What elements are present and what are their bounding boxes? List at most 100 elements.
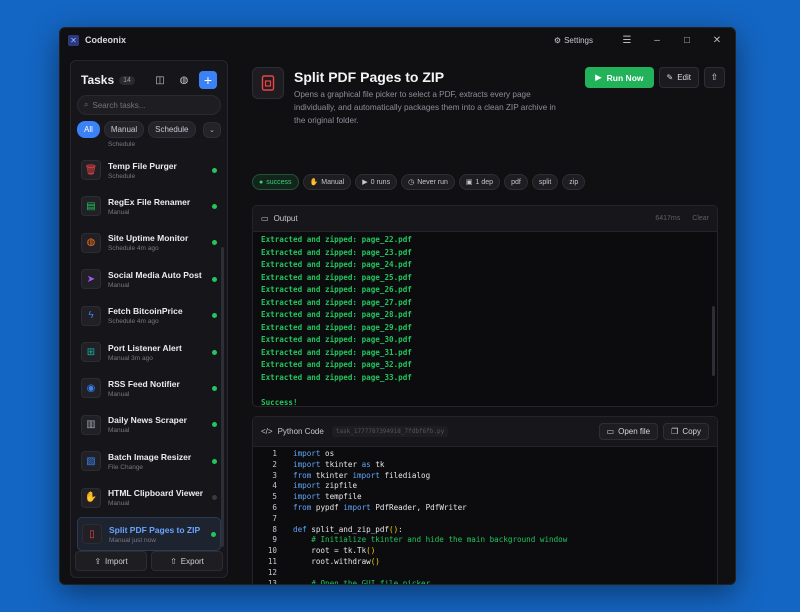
filter-manual[interactable]: Manual xyxy=(103,121,145,138)
task-name: Fetch BitcoinPrice xyxy=(108,306,183,317)
hand-icon: ✋ xyxy=(309,179,319,186)
play-icon: ▶ xyxy=(362,179,368,186)
task-meta: Manual 3m ago xyxy=(108,354,153,362)
task-item[interactable]: ⊞ Port Listener Alert Manual 3m ago xyxy=(77,335,221,369)
task-item[interactable]: ✋ HTML Clipboard Viewer Manual xyxy=(77,481,221,515)
export-button[interactable]: ⇧ Export xyxy=(151,551,223,571)
maximize-icon[interactable]: □ xyxy=(677,35,697,46)
task-text: Temp File Purger Schedule xyxy=(108,161,212,180)
code-title: Python Code xyxy=(277,427,324,436)
code-line: 11 root.withdraw() xyxy=(253,557,717,568)
filter-chips: All Manual Schedule ⌄ xyxy=(77,121,221,138)
search-input[interactable] xyxy=(92,100,213,110)
minimize-icon[interactable]: – xyxy=(647,35,667,46)
code-text: # Initialize tkinter and hide the main b… xyxy=(311,535,568,545)
task-item[interactable]: ▥ Daily News Scraper Manual xyxy=(77,408,221,442)
close-icon[interactable]: ✕ xyxy=(707,35,727,46)
task-item[interactable]: ▤ RegEx File Renamer Manual xyxy=(77,189,221,223)
task-item[interactable]: ▨ Batch Image Resizer File Change xyxy=(77,444,221,478)
task-meta: Schedule 4m ago xyxy=(108,245,159,253)
import-label: Import xyxy=(105,556,128,566)
bolt-icon: ϟ xyxy=(81,305,101,326)
open-file-button[interactable]: ▭ Open file xyxy=(598,423,659,440)
task-meta: Manual xyxy=(108,281,130,289)
task-name: RegEx File Renamer xyxy=(108,196,191,207)
book-icon: ▥ xyxy=(81,414,101,435)
code-line: 4 import zipfile xyxy=(253,481,717,492)
sidebar-title: Tasks xyxy=(81,73,115,87)
filter-schedule[interactable]: Schedule xyxy=(148,121,196,138)
code-line: 7 xyxy=(253,514,717,525)
search-icon: ⌕ xyxy=(84,100,89,109)
import-icon: ⇪ xyxy=(94,556,102,566)
code-text: from pypdf import PdfReader, PdfWriter xyxy=(293,502,467,512)
edit-label: Edit xyxy=(677,73,691,82)
task-name: Social Media Auto Post xyxy=(108,269,202,280)
task-meta: Manual xyxy=(108,208,130,216)
output-line: Success! xyxy=(261,397,298,407)
pencil-icon: ✎ xyxy=(666,73,674,82)
edit-button[interactable]: ✎ Edit xyxy=(658,67,699,88)
search-box[interactable]: ⌕ xyxy=(77,95,221,115)
code-line: 1 import os xyxy=(253,449,717,460)
menu-icon[interactable]: ☰ xyxy=(617,35,637,46)
task-meta: Manual xyxy=(108,390,130,398)
code-text: from tkinter import filedialog xyxy=(293,470,431,480)
output-header: ▭ Output 6417ms Clear xyxy=(253,206,717,232)
output-scrollbar[interactable] xyxy=(712,306,715,376)
task-item[interactable]: ➤ Social Media Auto Post Manual xyxy=(77,262,221,296)
partial-task-meta: Schedule xyxy=(108,141,136,148)
import-button[interactable]: ⇪ Import xyxy=(75,551,147,571)
line-number: 9 xyxy=(272,535,277,545)
pdf-icon xyxy=(252,67,284,99)
sidebar-scrollbar[interactable] xyxy=(221,247,224,547)
task-text: Fetch BitcoinPrice Schedule 4m ago xyxy=(108,306,212,325)
output-line: Extracted and zipped: page_29.pdf xyxy=(261,322,412,332)
output-line: Extracted and zipped: page_27.pdf xyxy=(261,297,412,307)
open-file-label: Open file xyxy=(618,427,651,436)
status-dot xyxy=(211,531,216,537)
task-item[interactable]: ▯ Split PDF Pages to ZIP Manual just now xyxy=(77,517,221,551)
export-icon: ⇧ xyxy=(170,556,177,566)
run-duration: 6417ms xyxy=(655,215,681,222)
add-task-button[interactable]: + xyxy=(199,71,217,89)
task-name: Temp File Purger xyxy=(108,160,177,171)
deps-tag: ▣ 1 dep xyxy=(458,174,501,190)
task-meta: Manual xyxy=(108,500,130,508)
task-item[interactable]: 🗑 Temp File Purger Schedule xyxy=(77,153,221,187)
clock-icon: ◷ xyxy=(408,179,415,186)
network-icon: ⊞ xyxy=(81,342,101,362)
status-dot xyxy=(212,276,217,282)
output-line: Extracted and zipped: page_31.pdf xyxy=(261,347,412,357)
output-line: Extracted and zipped: page_28.pdf xyxy=(261,310,412,319)
filter-all[interactable]: All xyxy=(77,121,100,138)
output-line: Extracted and zipped: page_33.pdf xyxy=(261,372,412,382)
task-text: Batch Image Resizer File Change xyxy=(108,452,212,471)
task-name: Batch Image Resizer xyxy=(108,451,192,462)
code-text: import os xyxy=(293,449,335,458)
line-number: 4 xyxy=(272,481,277,491)
code-text: # Open the GUI file picker xyxy=(311,578,431,585)
code-editor[interactable]: 1 import os 2 import tkinter as tk 3 from tki… xyxy=(253,449,717,585)
play-icon: ▶ xyxy=(595,72,602,82)
layout-icon[interactable]: ◫ xyxy=(151,71,169,89)
line-number: 2 xyxy=(272,459,277,469)
run-now-button[interactable]: ▶ Run Now xyxy=(585,67,654,88)
share-icon[interactable]: ⇧ xyxy=(704,67,725,88)
clear-button[interactable]: Clear xyxy=(692,215,709,222)
task-item[interactable]: ◉ RSS Feed Notifier Manual xyxy=(77,371,221,405)
output-line: Extracted and zipped: page_22.pdf xyxy=(261,235,412,244)
task-item[interactable]: ϟ Fetch BitcoinPrice Schedule 4m ago xyxy=(77,299,221,333)
pdf-icon: ▯ xyxy=(82,524,102,544)
task-name: Site Uptime Monitor xyxy=(108,233,189,244)
settings-button[interactable]: ⚙ Settings xyxy=(554,36,593,45)
task-text: Daily News Scraper Manual xyxy=(108,415,212,434)
task-item[interactable]: ◍ Site Uptime Monitor Schedule 4m ago xyxy=(77,226,221,260)
globe-icon[interactable]: ◍ xyxy=(175,71,193,89)
chevron-down-icon[interactable]: ⌄ xyxy=(203,121,221,138)
line-number: 8 xyxy=(272,524,277,534)
copy-button[interactable]: ❐ Copy xyxy=(663,423,709,440)
settings-label: Settings xyxy=(564,35,593,45)
task-meta: Schedule xyxy=(108,172,136,180)
